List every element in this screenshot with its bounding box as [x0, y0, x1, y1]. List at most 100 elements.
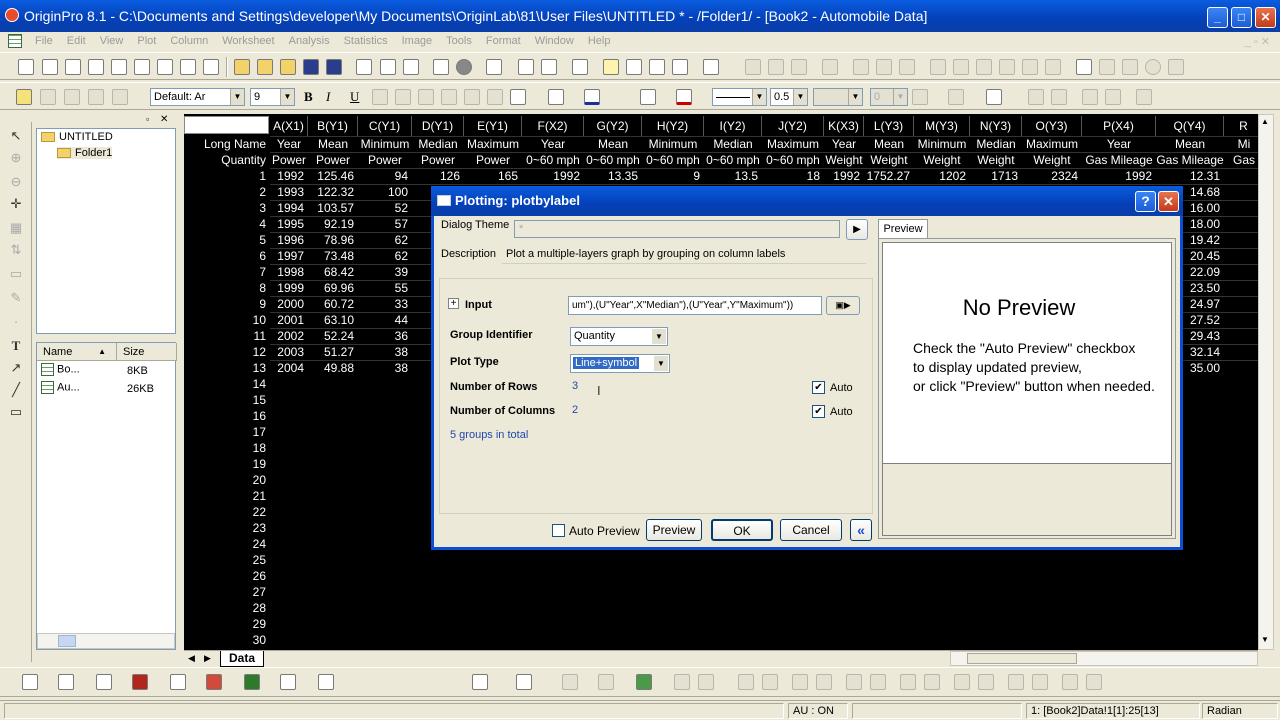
- data-cell[interactable]: 68.42: [308, 264, 358, 280]
- fit-page-icon[interactable]: [1062, 674, 1078, 690]
- line-tool-icon[interactable]: ╱: [8, 382, 24, 398]
- quantity-cell[interactable]: Weight: [1022, 152, 1082, 168]
- 3d-bar-icon[interactable]: [516, 674, 532, 690]
- open-template-icon[interactable]: [257, 59, 273, 75]
- theme-combo[interactable]: *: [514, 220, 840, 238]
- quantity-cell[interactable]: Power: [412, 152, 464, 168]
- data-cell[interactable]: 63.10: [308, 312, 358, 328]
- rectangle-tool-icon[interactable]: ▭: [8, 404, 24, 420]
- arrow-tool-icon[interactable]: ↗: [8, 360, 24, 376]
- data-cell[interactable]: 1997: [270, 248, 308, 264]
- data-selector-icon[interactable]: ⇅: [8, 242, 24, 258]
- column-header[interactable]: M(Y3): [914, 116, 970, 136]
- column-header[interactable]: C(Y1): [358, 116, 412, 136]
- chevron-down-icon[interactable]: ▼: [654, 356, 668, 371]
- zoom-in-icon[interactable]: [745, 59, 761, 75]
- theme-menu-button[interactable]: ▶: [846, 219, 868, 240]
- minimize-button[interactable]: _: [1207, 7, 1228, 28]
- data-cell[interactable]: 1992: [1082, 168, 1156, 184]
- fit-layer-icon[interactable]: [1086, 674, 1102, 690]
- row-header[interactable]: 10: [184, 312, 270, 328]
- text-tool-icon[interactable]: T: [8, 338, 24, 354]
- row-header[interactable]: 4: [184, 216, 270, 232]
- underline-button[interactable]: U: [350, 89, 359, 105]
- row-label-quantity[interactable]: Quantity: [184, 152, 270, 168]
- line-symbol-plot-icon[interactable]: [96, 674, 112, 690]
- chevron-down-icon[interactable]: ▼: [280, 89, 294, 105]
- column-header[interactable]: O(Y3): [1022, 116, 1082, 136]
- input-field[interactable]: um"),(U"Year",X"Median"),(U"Year",Y"Maxi…: [568, 296, 822, 315]
- column-plot-icon[interactable]: [132, 674, 148, 690]
- column-header[interactable]: Q(Y4): [1156, 116, 1224, 136]
- long-name-cell[interactable]: Year: [270, 136, 308, 152]
- input-select-button[interactable]: ▣▶: [826, 296, 860, 315]
- data-cell[interactable]: 1992: [522, 168, 584, 184]
- quantity-cell[interactable]: Weight: [970, 152, 1022, 168]
- zoom-out-tool-icon[interactable]: ⊖: [8, 174, 24, 190]
- row-label-longname[interactable]: Long Name: [184, 136, 270, 152]
- data-cell[interactable]: 1992: [270, 168, 308, 184]
- menu-tools[interactable]: Tools: [439, 35, 479, 47]
- long-name-cell[interactable]: Median: [970, 136, 1022, 152]
- subscript-icon[interactable]: [395, 89, 411, 105]
- row-header[interactable]: 26: [184, 568, 270, 584]
- chevron-down-icon[interactable]: ▼: [793, 89, 807, 105]
- column-header[interactable]: K(X3): [824, 116, 864, 136]
- clock-icon[interactable]: [1145, 59, 1161, 75]
- rows-value[interactable]: 3: [572, 380, 578, 392]
- quantity-cell[interactable]: Power: [464, 152, 522, 168]
- name-column-header[interactable]: Name ▲: [37, 343, 117, 361]
- script-window-icon[interactable]: [626, 59, 642, 75]
- close-button[interactable]: ✕: [1255, 7, 1276, 28]
- worksheet-icon[interactable]: [8, 34, 22, 48]
- new-layout-icon[interactable]: [180, 59, 196, 75]
- data-cell[interactable]: 13.35: [584, 168, 642, 184]
- column-header[interactable]: G(Y2): [584, 116, 642, 136]
- row-header[interactable]: 16: [184, 408, 270, 424]
- row-header[interactable]: 23: [184, 520, 270, 536]
- results-log-icon[interactable]: [541, 59, 557, 75]
- print-icon[interactable]: [486, 59, 502, 75]
- save-icon[interactable]: [303, 59, 319, 75]
- refresh-icon[interactable]: [456, 59, 472, 75]
- row-header[interactable]: 18: [184, 440, 270, 456]
- row-header[interactable]: 7: [184, 264, 270, 280]
- new-matrix-icon[interactable]: [134, 59, 150, 75]
- custom-routine-icon[interactable]: [649, 59, 665, 75]
- column-header[interactable]: L(Y3): [864, 116, 914, 136]
- decrease-font-icon[interactable]: [487, 89, 503, 105]
- table-icon[interactable]: [1099, 59, 1115, 75]
- row-header[interactable]: 24: [184, 536, 270, 552]
- align-right-icon[interactable]: [762, 674, 778, 690]
- zero-select[interactable]: 0 ▼: [870, 88, 908, 106]
- brush-icon[interactable]: [88, 89, 104, 105]
- column-header[interactable]: J(Y2): [762, 116, 824, 136]
- long-name-cell[interactable]: Maximum: [464, 136, 522, 152]
- data-cell[interactable]: 38: [358, 360, 412, 376]
- area-plot-icon[interactable]: [170, 674, 186, 690]
- data-cell[interactable]: 122.32: [308, 184, 358, 200]
- origin-app-icon[interactable]: [5, 8, 19, 22]
- data-cell[interactable]: 60.72: [308, 296, 358, 312]
- command-window-icon[interactable]: [603, 59, 619, 75]
- group-icon[interactable]: [900, 674, 916, 690]
- line-width-select[interactable]: 0.5 ▼: [770, 88, 808, 106]
- menu-statistics[interactable]: Statistics: [337, 35, 395, 47]
- pin-icon[interactable]: ▫: [146, 114, 149, 124]
- draw-data-icon[interactable]: ✎: [8, 290, 24, 306]
- 3d-wire-icon[interactable]: [562, 674, 578, 690]
- column-header[interactable]: F(X2): [522, 116, 584, 136]
- chevron-down-icon[interactable]: ▼: [230, 89, 244, 105]
- pattern-fill-icon[interactable]: [912, 89, 928, 105]
- line-plot-icon[interactable]: [22, 674, 38, 690]
- row-header[interactable]: 3: [184, 200, 270, 216]
- quantity-cell[interactable]: Weight: [824, 152, 864, 168]
- data-cell[interactable]: 100: [358, 184, 412, 200]
- import-multiple-icon[interactable]: [380, 59, 396, 75]
- data-cell[interactable]: 33: [358, 296, 412, 312]
- long-name-cell[interactable]: Mean: [864, 136, 914, 152]
- data-cell[interactable]: 1999: [270, 280, 308, 296]
- chevron-down-icon[interactable]: ▼: [848, 89, 862, 105]
- tab-data[interactable]: Data: [220, 651, 265, 667]
- row-header[interactable]: 20: [184, 472, 270, 488]
